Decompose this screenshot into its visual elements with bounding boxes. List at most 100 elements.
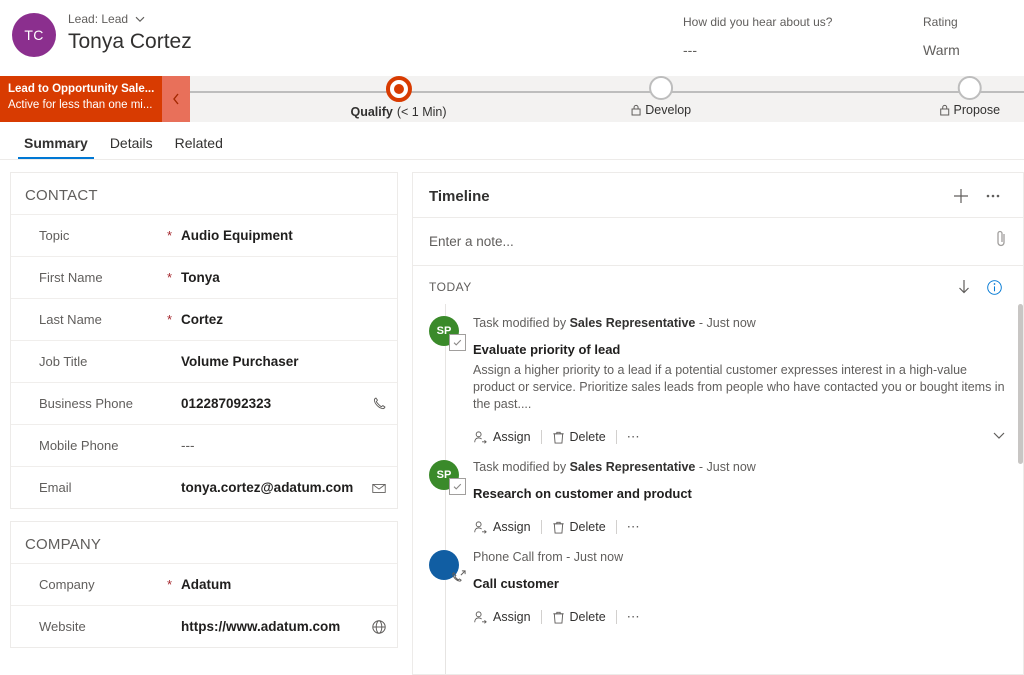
process-banner[interactable]: Lead to Opportunity Sale... Active for l… bbox=[0, 76, 162, 122]
process-duration: Active for less than one mi... bbox=[8, 97, 154, 113]
action-divider bbox=[616, 520, 617, 534]
timeline-panel: Timeline Enter a note... bbox=[412, 172, 1024, 675]
action-divider bbox=[616, 430, 617, 444]
phone-icon[interactable] bbox=[365, 396, 387, 411]
timeline-scroll-thumb[interactable] bbox=[1018, 304, 1023, 464]
lock-icon bbox=[940, 104, 950, 116]
stage-label-group: Propose bbox=[940, 103, 1001, 117]
process-stage-propose[interactable]: Propose bbox=[940, 76, 1001, 117]
timeline-item-subject[interactable]: Evaluate priority of lead bbox=[473, 341, 1009, 359]
timeline-item-more-button[interactable]: ⋯ bbox=[627, 429, 641, 445]
company-card: COMPANY Company * Adatum Website https:/… bbox=[10, 521, 398, 648]
process-collapse-button[interactable] bbox=[162, 76, 190, 122]
assign-button[interactable]: Assign bbox=[473, 520, 541, 535]
field-label: Business Phone bbox=[39, 396, 167, 411]
stage-label-group: Develop bbox=[631, 103, 691, 117]
timeline-item-time: Just now bbox=[707, 316, 756, 330]
tab-details[interactable]: Details bbox=[100, 134, 163, 159]
field-label: Email bbox=[39, 480, 167, 495]
timeline-more-button[interactable] bbox=[977, 187, 1009, 205]
field-row-first-name: First Name * Tonya bbox=[11, 256, 397, 298]
plus-icon bbox=[952, 187, 970, 205]
globe-icon[interactable] bbox=[365, 619, 387, 635]
timeline-item-time: Just now bbox=[574, 550, 623, 564]
action-divider bbox=[541, 430, 542, 444]
arrow-down-icon bbox=[956, 278, 972, 296]
timeline-item-expand-button[interactable] bbox=[991, 427, 1009, 448]
timeline-item-time: Just now bbox=[707, 460, 756, 474]
timeline-item-meta: Task modified by Sales Representative - … bbox=[473, 458, 1009, 476]
header-field-value[interactable]: Warm bbox=[923, 41, 1024, 59]
assign-label: Assign bbox=[493, 520, 531, 534]
field-value-topic[interactable]: Audio Equipment bbox=[181, 228, 365, 243]
timeline-item-meta-prefix: Task modified by bbox=[473, 460, 566, 474]
stage-label: Qualify bbox=[350, 105, 392, 119]
contact-card-title: CONTACT bbox=[11, 173, 397, 214]
header-field-value[interactable]: --- bbox=[683, 41, 923, 59]
timeline-item[interactable]: Phone Call from - Just now Call customer bbox=[413, 538, 1023, 628]
delete-button[interactable]: Delete bbox=[552, 520, 616, 535]
process-stage-qualify[interactable]: Qualify (< 1 Min) bbox=[350, 76, 446, 119]
note-attach-button[interactable] bbox=[993, 229, 1009, 254]
timeline-item-more-button[interactable]: ⋯ bbox=[627, 519, 641, 535]
trash-icon bbox=[552, 520, 565, 535]
header-field-label: How did you hear about us? bbox=[683, 14, 923, 30]
chevron-down-icon bbox=[991, 427, 1007, 443]
field-row-job-title: Job Title Volume Purchaser bbox=[11, 340, 397, 382]
chevron-left-icon bbox=[170, 92, 182, 106]
field-value-job-title[interactable]: Volume Purchaser bbox=[181, 354, 365, 369]
field-value-last-name[interactable]: Cortez bbox=[181, 312, 365, 327]
timeline-info-button[interactable] bbox=[979, 279, 1009, 296]
required-indicator: * bbox=[167, 580, 181, 590]
tab-summary[interactable]: Summary bbox=[14, 134, 98, 159]
trash-icon bbox=[552, 430, 565, 445]
process-name: Lead to Opportunity Sale... bbox=[8, 81, 154, 97]
note-input[interactable]: Enter a note... bbox=[429, 234, 993, 249]
tab-related[interactable]: Related bbox=[165, 134, 233, 159]
field-label: Mobile Phone bbox=[39, 438, 167, 453]
timeline-item-avatar-wrap: SP bbox=[429, 310, 473, 448]
field-row-website: Website https://www.adatum.com bbox=[11, 605, 397, 647]
timeline-item-meta-sep: - bbox=[699, 316, 703, 330]
timeline-item-subject[interactable]: Call customer bbox=[473, 575, 1009, 593]
timeline-item-more-button[interactable]: ⋯ bbox=[627, 609, 641, 625]
header-field-label: Rating bbox=[923, 14, 1024, 30]
timeline-item-meta-sep: - bbox=[699, 460, 703, 474]
timeline-item-actions: Assign Delete ⋯ bbox=[473, 516, 1009, 538]
timeline-sort-button[interactable] bbox=[949, 278, 979, 296]
trash-icon bbox=[552, 610, 565, 625]
field-row-topic: Topic * Audio Equipment bbox=[11, 214, 397, 256]
process-stage-develop[interactable]: Develop bbox=[631, 76, 691, 117]
timeline-item[interactable]: SP Task modified by Sales Representative… bbox=[413, 304, 1023, 448]
field-row-last-name: Last Name * Cortez bbox=[11, 298, 397, 340]
field-row-company: Company * Adatum bbox=[11, 563, 397, 605]
timeline-item-subject[interactable]: Research on customer and product bbox=[473, 485, 1009, 503]
timeline-item-actor: Sales Representative bbox=[570, 316, 696, 330]
assign-button[interactable]: Assign bbox=[473, 610, 541, 625]
assign-button[interactable]: Assign bbox=[473, 430, 541, 445]
timeline-scrollbar[interactable] bbox=[1018, 304, 1023, 674]
field-row-business-phone: Business Phone 012287092323 bbox=[11, 382, 397, 424]
action-divider bbox=[541, 610, 542, 624]
page-title: Tonya Cortez bbox=[68, 29, 192, 55]
stage-node bbox=[958, 76, 982, 100]
email-icon[interactable] bbox=[365, 481, 387, 495]
action-divider bbox=[616, 610, 617, 624]
timeline-item-content: Task modified by Sales Representative - … bbox=[473, 310, 1009, 448]
field-value-website[interactable]: https://www.adatum.com bbox=[181, 619, 365, 634]
timeline-add-button[interactable] bbox=[945, 187, 977, 205]
delete-button[interactable]: Delete bbox=[552, 610, 616, 625]
record-header-identity: TC Lead: Lead Tonya Cortez bbox=[0, 11, 192, 57]
contact-card: CONTACT Topic * Audio Equipment First Na… bbox=[10, 172, 398, 509]
timeline-item-meta: Task modified by Sales Representative - … bbox=[473, 314, 1009, 332]
field-value-first-name[interactable]: Tonya bbox=[181, 270, 365, 285]
entity-type-selector[interactable]: Lead: Lead bbox=[68, 11, 192, 27]
field-value-business-phone[interactable]: 012287092323 bbox=[181, 396, 365, 411]
task-checkbox-icon bbox=[449, 478, 466, 495]
timeline-item[interactable]: SP Task modified by Sales Representative… bbox=[413, 448, 1023, 538]
field-value-email[interactable]: tonya.cortez@adatum.com bbox=[181, 480, 365, 495]
field-value-mobile-phone[interactable]: --- bbox=[181, 438, 365, 453]
field-value-company[interactable]: Adatum bbox=[181, 577, 365, 592]
field-label: Topic bbox=[39, 228, 167, 243]
delete-button[interactable]: Delete bbox=[552, 430, 616, 445]
